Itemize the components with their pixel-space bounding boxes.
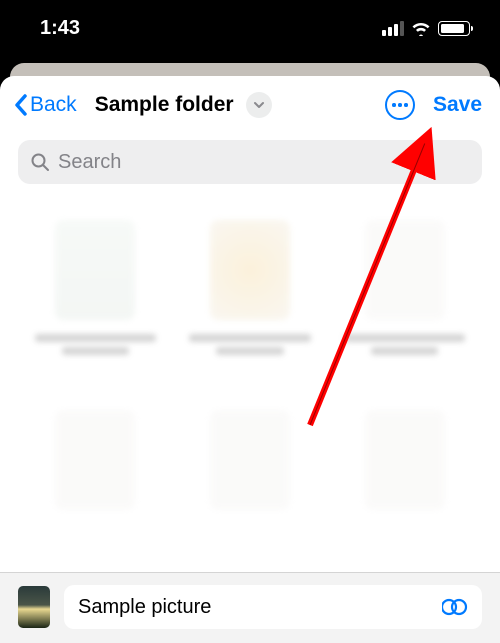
clear-text-icon[interactable] <box>442 597 468 617</box>
time: 1:43 <box>40 17 80 40</box>
attachment-thumbnail[interactable] <box>18 586 50 628</box>
file-item[interactable] <box>183 410 318 572</box>
more-options-button[interactable] <box>385 90 415 120</box>
file-picker-sheet: Back Sample folder Save <box>0 76 500 643</box>
ellipsis-icon <box>392 103 408 107</box>
folder-title: Sample folder <box>95 93 234 117</box>
file-grid <box>0 190 500 572</box>
file-item[interactable] <box>28 410 163 572</box>
filename-field[interactable]: Sample picture <box>64 585 482 629</box>
back-label: Back <box>30 93 77 117</box>
cellular-signal-icon <box>382 21 404 36</box>
save-button[interactable]: Save <box>433 93 482 117</box>
back-button[interactable]: Back <box>14 93 77 117</box>
search-input[interactable] <box>58 151 470 174</box>
file-item[interactable] <box>28 220 163 390</box>
chevron-left-icon <box>14 94 28 116</box>
chevron-down-icon <box>253 101 265 109</box>
wifi-icon <box>411 21 431 36</box>
filename-text: Sample picture <box>78 596 211 619</box>
status-indicators <box>382 21 470 36</box>
battery-icon <box>438 21 470 36</box>
file-item[interactable] <box>337 220 472 390</box>
search-icon <box>30 152 50 172</box>
navigation-bar: Back Sample folder Save <box>0 76 500 130</box>
file-item[interactable] <box>183 220 318 390</box>
file-item[interactable] <box>337 410 472 572</box>
status-bar: 1:43 <box>0 0 500 56</box>
attachment-bar: Sample picture <box>0 572 500 643</box>
search-bar[interactable] <box>18 140 482 184</box>
folder-dropdown-button[interactable] <box>246 92 272 118</box>
